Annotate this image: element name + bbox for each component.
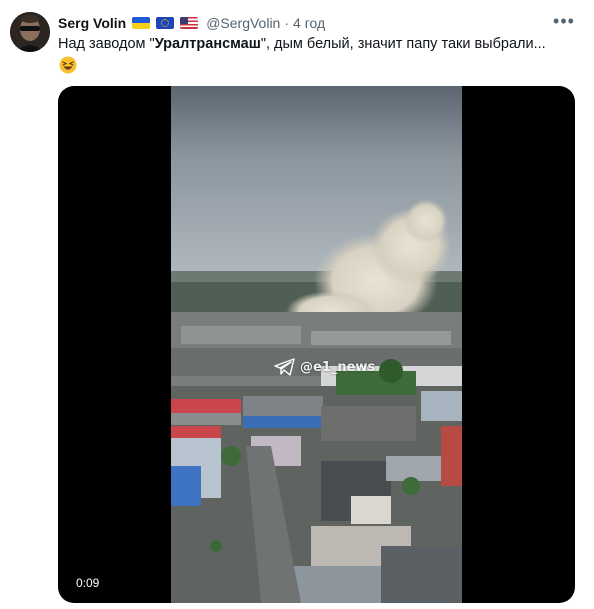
ua-flag-icon	[132, 17, 151, 29]
video-player[interactable]: @e1_news 0:09	[58, 86, 575, 603]
separator-dot: ·	[284, 15, 290, 31]
more-horizontal-icon[interactable]: •••	[552, 12, 576, 32]
watermark-text: @e1_news	[300, 359, 376, 375]
video-thumbnail	[171, 86, 462, 603]
avatar-image	[10, 12, 50, 52]
video-watermark: @e1_news	[274, 358, 375, 376]
tweet-timestamp[interactable]: 4 год	[293, 15, 325, 31]
avatar[interactable]	[10, 12, 50, 52]
tweet-header: Serg Volin @SergVolin · 4 год	[58, 13, 325, 33]
laughing-face-emoji-icon	[59, 56, 77, 74]
author-handle[interactable]: @SergVolin	[206, 15, 280, 31]
tweet-text-end: ", дым белый, значит папу таки выбрали..…	[260, 36, 546, 52]
telegram-icon	[274, 358, 295, 376]
video-duration: 0:09	[74, 575, 102, 591]
author-name[interactable]: Serg Volin	[58, 15, 126, 31]
tweet-card[interactable]: Serg Volin @SergVolin · 4 год ••• Над за…	[0, 0, 594, 609]
eu-flag-icon	[156, 17, 175, 29]
video-frame: @e1_news	[171, 86, 462, 603]
tweet-text-start: Над заводом "	[58, 36, 155, 52]
tweet-text: Над заводом "Уралтрансмаш", дым белый, з…	[58, 34, 568, 54]
tweet-text-bold: Уралтрансмаш	[154, 36, 261, 52]
us-flag-icon	[180, 17, 199, 29]
